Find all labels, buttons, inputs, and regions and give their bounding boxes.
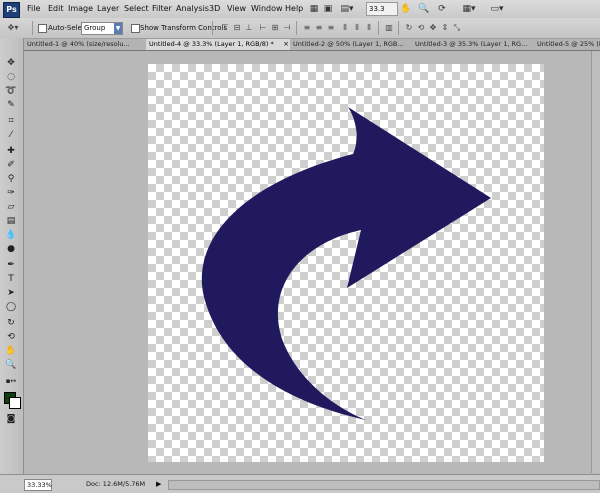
3d-scale-icon[interactable]: ⤡ [452, 22, 462, 33]
tab-untitled-2[interactable]: Untitled-2 @ 50% (Layer 1, RGB... [290, 39, 414, 50]
eyedropper-tool-icon[interactable]: ⁄ [4, 128, 18, 142]
align-right-icon[interactable]: ⊣ [282, 22, 292, 33]
3d-slide-icon[interactable]: ⇕ [440, 22, 450, 33]
blur-tool-icon[interactable]: 💧 [4, 228, 18, 242]
tab-label: Untitled-1 @ 40% (size/resolu... [27, 40, 130, 48]
close-icon[interactable]: × [283, 39, 289, 50]
vertical-scrollbar[interactable] [591, 51, 600, 473]
distribute-right-icon[interactable]: ⦀ [364, 22, 374, 33]
marquee-tool-icon[interactable]: ◌ [4, 70, 18, 84]
default-colors-icon[interactable]: ▪↔ [4, 374, 18, 388]
tools-panel: ✥ ◌ ➰ ✎ ⌗ ⁄ ✚ ✐ ⚲ ✑ ▱ ▤ 💧 ● ✒ T ➤ ◯ ↻ ⟲ … [0, 38, 24, 474]
screen-mode-icon[interactable]: ▭▾ [488, 2, 506, 16]
distribute-left-icon[interactable]: ⦀ [340, 22, 350, 33]
eraser-tool-icon[interactable]: ▱ [4, 200, 18, 214]
minibridge-icon[interactable]: ▣ [322, 2, 334, 16]
tab-untitled-3[interactable]: Untitled-3 @ 35.3% (Layer 1, RG... [412, 39, 536, 50]
gradient-tool-icon[interactable]: ▤ [4, 214, 18, 228]
tab-label: Untitled-2 @ 50% (Layer 1, RGB... [293, 40, 404, 48]
view-extras-icon[interactable]: ▤▾ [339, 2, 355, 16]
options-separator [378, 21, 379, 35]
rotate-view-icon[interactable]: ⟳ [436, 2, 448, 16]
curved-arrow-shape[interactable] [148, 64, 544, 462]
show-transform-label: Show Transform Controls [140, 24, 228, 32]
3d-rotate-icon[interactable]: ↻ [404, 22, 414, 33]
tab-untitled-5[interactable]: Untitled-5 @ 25% (Layer 1... [534, 39, 600, 50]
zoom-level-select[interactable]: 33.3 [366, 2, 398, 16]
auto-select-dropdown[interactable]: Group ▼ [81, 22, 123, 35]
tab-untitled-4[interactable]: Untitled-4 @ 33.3% (Layer 1, RGB/8) * × [146, 39, 292, 50]
distribute-top-icon[interactable]: ≡ [302, 22, 312, 33]
horizontal-scrollbar[interactable] [168, 480, 600, 490]
type-tool-icon[interactable]: T [4, 272, 18, 286]
align-top-icon[interactable]: ⊤ [220, 22, 230, 33]
options-separator [398, 21, 399, 35]
menu-bar: Ps File Edit Image Layer Select Filter A… [0, 0, 600, 19]
healing-tool-icon[interactable]: ✚ [4, 144, 18, 158]
tab-label: Untitled-4 @ 33.3% (Layer 1, RGB/8) * [149, 40, 274, 48]
options-separator [32, 21, 33, 35]
auto-select-value: Group [84, 24, 106, 32]
hand-icon[interactable]: ✋ [400, 2, 412, 16]
quick-select-tool-icon[interactable]: ✎ [4, 98, 18, 112]
options-bar: ✥▾ Auto-Select: Group ▼ Show Transform C… [0, 18, 600, 39]
zoom-tool-icon[interactable]: 🔍 [4, 358, 18, 372]
tab-untitled-1[interactable]: Untitled-1 @ 40% (size/resolu... [24, 39, 148, 50]
align-vcenter-icon[interactable]: ⊟ [232, 22, 242, 33]
options-separator [212, 21, 213, 35]
pen-tool-icon[interactable]: ✒ [4, 258, 18, 272]
path-select-tool-icon[interactable]: ➤ [4, 286, 18, 300]
auto-align-layers-icon[interactable]: ▥ [384, 22, 394, 33]
distribute-hcenter-icon[interactable]: ⦀ [352, 22, 362, 33]
3d-roll-icon[interactable]: ⟲ [416, 22, 426, 33]
hand-tool-icon[interactable]: ✋ [4, 344, 18, 358]
doc-size-status: Doc: 12.6M/5.76M [86, 480, 146, 488]
options-separator [296, 21, 297, 35]
document-canvas[interactable] [148, 64, 544, 462]
arrange-documents-icon[interactable]: ▦▾ [460, 2, 478, 16]
menu-help[interactable]: Help [282, 0, 306, 18]
show-transform-checkbox[interactable] [131, 24, 140, 33]
document-tabs: Untitled-1 @ 40% (size/resolu... Untitle… [24, 38, 600, 51]
menu-window[interactable]: Window [248, 0, 286, 18]
distribute-vcenter-icon[interactable]: ≡ [314, 22, 324, 33]
shape-tool-icon[interactable]: ◯ [4, 300, 18, 314]
photoshop-logo-icon[interactable]: Ps [3, 2, 20, 18]
status-bar: 33.33% Doc: 12.6M/5.76M ▶ [0, 474, 600, 493]
background-color-swatch[interactable] [9, 397, 21, 409]
tab-label: Untitled-3 @ 35.3% (Layer 1, RG... [415, 40, 528, 48]
lasso-tool-icon[interactable]: ➰ [4, 84, 18, 98]
3d-rotate-tool-icon[interactable]: ↻ [4, 316, 18, 330]
3d-drag-icon[interactable]: ✥ [428, 22, 438, 33]
align-bottom-icon[interactable]: ⊥ [244, 22, 254, 33]
menu-3d[interactable]: 3D [206, 0, 223, 18]
align-hcenter-icon[interactable]: ⊞ [270, 22, 280, 33]
quick-mask-icon[interactable]: ◙ [4, 412, 18, 426]
zoom-status-field[interactable]: 33.33% [24, 479, 52, 491]
chevron-down-icon: ▼ [114, 23, 122, 34]
bridge-icon[interactable]: ▦ [308, 2, 320, 16]
auto-select-checkbox[interactable] [38, 24, 47, 33]
menu-image[interactable]: Image [65, 0, 96, 18]
dodge-tool-icon[interactable]: ● [4, 242, 18, 256]
crop-tool-icon[interactable]: ⌗ [4, 114, 18, 128]
tab-label: Untitled-5 @ 25% (Layer 1... [537, 40, 600, 48]
status-menu-arrow-icon[interactable]: ▶ [156, 479, 161, 489]
menu-view[interactable]: View [224, 0, 249, 18]
align-left-icon[interactable]: ⊢ [258, 22, 268, 33]
brush-tool-icon[interactable]: ✐ [4, 158, 18, 172]
move-tool-icon[interactable]: ✥ [4, 56, 18, 70]
arrow-path[interactable] [201, 107, 491, 420]
menu-filter[interactable]: Filter [149, 0, 175, 18]
menu-edit[interactable]: Edit [45, 0, 67, 18]
3d-orbit-tool-icon[interactable]: ⟲ [4, 330, 18, 344]
distribute-bottom-icon[interactable]: ≡ [326, 22, 336, 33]
history-brush-tool-icon[interactable]: ✑ [4, 186, 18, 200]
menu-file[interactable]: File [24, 0, 43, 18]
menu-layer[interactable]: Layer [94, 0, 122, 18]
menu-select[interactable]: Select [121, 0, 152, 18]
clone-stamp-tool-icon[interactable]: ⚲ [4, 172, 18, 186]
zoom-icon[interactable]: 🔍 [418, 2, 430, 16]
move-tool-preset-icon[interactable]: ✥▾ [6, 22, 20, 33]
